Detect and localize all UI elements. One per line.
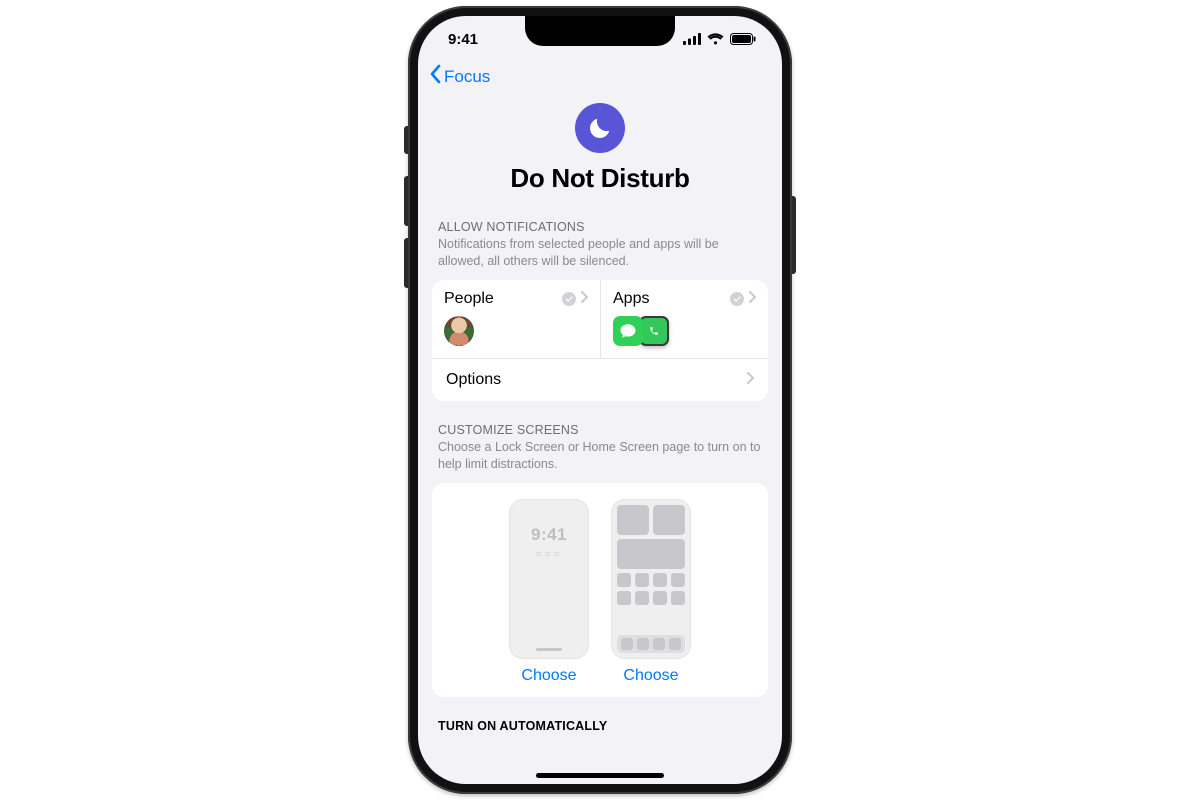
- check-badge-icon: [562, 292, 576, 306]
- nav-bar: Focus: [418, 62, 782, 97]
- apps-cell[interactable]: Apps: [600, 280, 768, 358]
- home-indicator[interactable]: [536, 773, 664, 778]
- lock-screen-thumb[interactable]: 9:41 ○○○: [509, 499, 589, 659]
- messages-app-icon: [613, 316, 643, 346]
- chevron-right-icon: [748, 290, 756, 308]
- auto-title: TURN ON AUTOMATICALLY: [418, 719, 782, 733]
- customize-sub: Choose a Lock Screen or Home Screen page…: [438, 439, 762, 473]
- options-label: Options: [446, 371, 501, 389]
- notch: [525, 16, 675, 46]
- check-badge-icon: [730, 292, 744, 306]
- battery-icon: [730, 33, 756, 45]
- person-avatar: [444, 316, 474, 346]
- lock-thumb-widgets: ○○○: [509, 549, 589, 560]
- home-thumb-dock: [617, 635, 685, 653]
- page-title: Do Not Disturb: [418, 163, 782, 194]
- choose-home-button[interactable]: Choose: [623, 667, 678, 685]
- screen: 9:41: [418, 16, 782, 784]
- hero: Do Not Disturb: [418, 97, 782, 220]
- status-indicators: [683, 33, 756, 45]
- chevron-left-icon: [428, 64, 442, 89]
- customize-section-header: CUSTOMIZE SCREENS Choose a Lock Screen o…: [418, 423, 782, 483]
- status-time: 9:41: [448, 31, 478, 48]
- chevron-right-icon: [746, 371, 754, 389]
- phone-app-icon: [639, 316, 669, 346]
- allow-sub: Notifications from selected people and a…: [438, 236, 762, 270]
- people-label: People: [444, 290, 494, 308]
- cellular-icon: [683, 33, 701, 45]
- allow-card: People: [432, 280, 768, 401]
- choose-lock-button[interactable]: Choose: [521, 667, 576, 685]
- wifi-icon: [707, 33, 724, 45]
- phone-frame: 9:41: [408, 6, 792, 794]
- allow-title: ALLOW NOTIFICATIONS: [438, 220, 762, 234]
- customize-title: CUSTOMIZE SCREENS: [438, 423, 762, 437]
- home-screen-thumb[interactable]: [611, 499, 691, 659]
- lock-thumb-handle: [536, 648, 562, 651]
- options-row[interactable]: Options: [432, 358, 768, 401]
- back-button[interactable]: Focus: [428, 64, 490, 89]
- lock-thumb-time: 9:41: [509, 525, 589, 545]
- chevron-right-icon: [580, 290, 588, 308]
- allow-section-header: ALLOW NOTIFICATIONS Notifications from s…: [418, 220, 782, 280]
- customize-card: 9:41 ○○○ Choose: [432, 483, 768, 697]
- moon-icon: [575, 103, 625, 153]
- people-cell[interactable]: People: [432, 280, 600, 358]
- apps-label: Apps: [613, 290, 649, 308]
- back-label: Focus: [444, 67, 490, 87]
